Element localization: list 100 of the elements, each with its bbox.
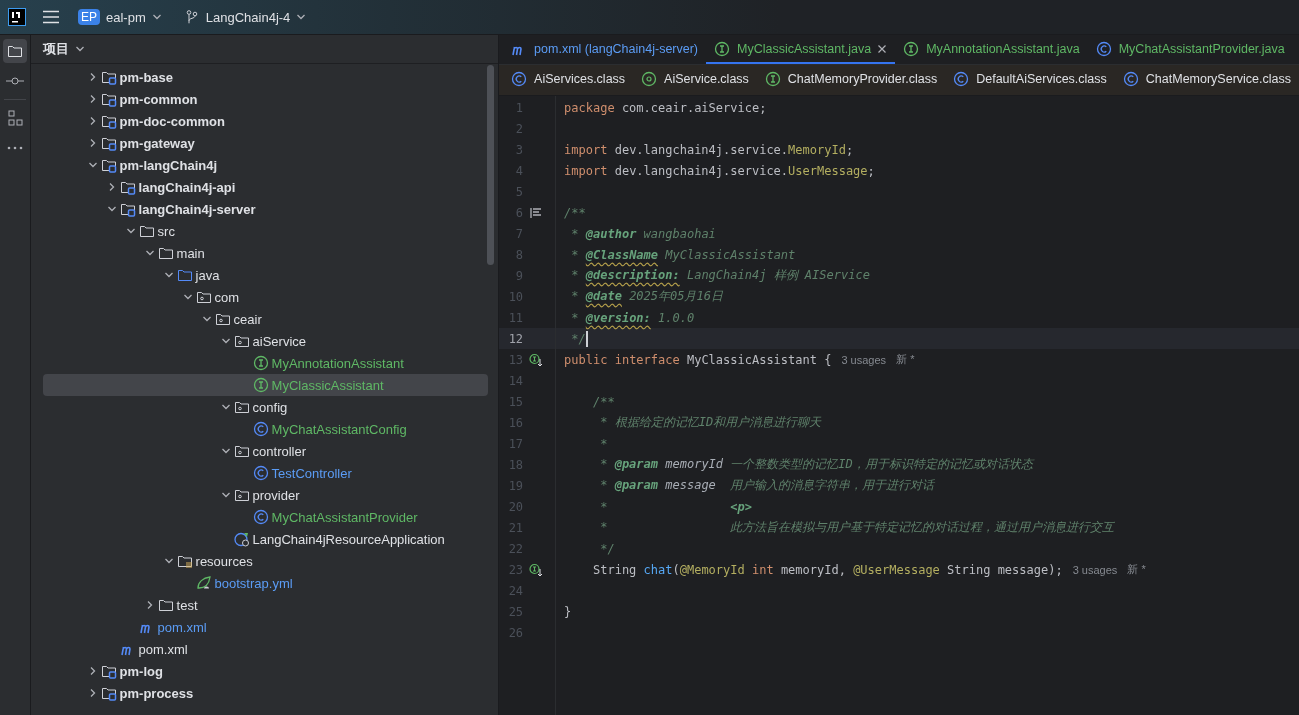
tree-item[interactable]: MyClassicAssistant	[42, 374, 489, 396]
code-line: * 此方法旨在模拟与用户基于特定记忆的对话过程，通过用户消息进行交互	[599, 519, 1115, 536]
package-folder-icon	[233, 487, 250, 503]
class-icon	[1122, 71, 1139, 87]
tree-item[interactable]: bootstrap.yml	[42, 572, 489, 594]
class-icon	[252, 509, 269, 525]
code-line: String chat(@MemoryId int memoryId, @UserMessage String message);	[592, 562, 1063, 577]
code-line: * @author wangbaohai	[570, 226, 716, 241]
tree-item[interactable]: pm-log	[42, 660, 489, 682]
tree-item[interactable]: MyChatAssistantConfig	[42, 418, 489, 440]
tree-item[interactable]: java	[42, 264, 489, 286]
source-folder-icon	[176, 267, 193, 283]
code-line: public interface MyClassicAssistant {	[564, 352, 832, 367]
tree-item[interactable]: langChain4j-api	[42, 176, 489, 198]
chevron-down-icon[interactable]	[182, 292, 193, 302]
tree-item[interactable]: MyAnnotationAssistant	[42, 352, 489, 374]
line-number: 12	[507, 331, 524, 346]
tree-item[interactable]: main	[42, 242, 489, 264]
menu-icon[interactable]	[42, 10, 60, 24]
folder-icon	[157, 597, 174, 613]
code-line: }	[564, 604, 572, 619]
tree-item[interactable]: TestController	[42, 462, 489, 484]
editor-tab[interactable]: AiService.class	[633, 65, 757, 95]
scrollbar[interactable]	[487, 65, 495, 265]
project-tool-button[interactable]	[2, 39, 27, 63]
tree-item[interactable]: test	[42, 594, 489, 616]
module-folder-icon	[119, 179, 136, 195]
inlay-hint[interactable]: 3 usages	[1072, 563, 1118, 576]
interface-icon	[714, 40, 731, 57]
tree-item[interactable]: src	[42, 220, 489, 242]
tree-item[interactable]: provider	[42, 484, 489, 506]
tree-item[interactable]: pom.xml	[42, 638, 489, 660]
code-line: */	[570, 331, 586, 346]
editor-tab[interactable]: ChatMemoryProvider.class	[756, 65, 946, 95]
project-selector[interactable]: EP eal-pm	[72, 5, 168, 29]
tree-item[interactable]: langChain4j-server	[42, 198, 489, 220]
chevron-down-icon[interactable]	[220, 446, 231, 456]
code-line: *	[599, 436, 608, 451]
chevron-down-icon[interactable]	[74, 44, 85, 54]
chevron-down-icon[interactable]	[201, 314, 212, 324]
resource-folder-icon	[176, 553, 193, 569]
project-badge: EP	[78, 9, 100, 25]
module-folder-icon	[100, 157, 117, 173]
chevron-down-icon[interactable]	[125, 226, 136, 236]
code-line: * @description: LangChain4j 样例 AIService	[570, 267, 870, 284]
tree-item[interactable]: config	[42, 396, 489, 418]
chevron-down-icon[interactable]	[220, 336, 231, 346]
implemented-icon[interactable]	[529, 562, 544, 577]
tree-item[interactable]: MyChatAssistantProvider	[42, 506, 489, 528]
tree-item[interactable]: pm-common	[42, 88, 489, 110]
interface-icon	[903, 40, 920, 57]
chevron-down-icon[interactable]	[220, 402, 231, 412]
class-icon	[953, 71, 970, 87]
code-line: package com.ceair.aiService;	[564, 100, 767, 115]
editor-tab[interactable]: MyAnnotationAssistant.java	[895, 35, 1088, 64]
tree-item[interactable]: pm-base	[42, 66, 489, 88]
package-folder-icon	[233, 399, 250, 415]
tree-item[interactable]: ceair	[42, 308, 489, 330]
editor-tab[interactable]: ChatMemoryService.class	[1114, 65, 1299, 95]
tree-item[interactable]: LangChain4jResourceApplication	[42, 528, 489, 550]
module-folder-icon	[100, 91, 117, 107]
module-folder-icon	[100, 113, 117, 129]
inlay-hint[interactable]: 新 *	[1127, 562, 1146, 577]
reader-mode-icon[interactable]	[529, 205, 544, 220]
code-line: /**	[592, 394, 615, 409]
code-line: * @param memoryId 一个整数类型的记忆ID，用于标识特定的记忆或对话状态	[599, 456, 1033, 473]
tree-item[interactable]: pm-gateway	[42, 132, 489, 154]
app-logo-icon[interactable]	[8, 8, 26, 26]
chevron-down-icon[interactable]	[144, 248, 155, 258]
branch-selector[interactable]: LangChain4j-4	[177, 5, 313, 29]
tree-item[interactable]: controller	[42, 440, 489, 462]
panel-title[interactable]: 项目	[42, 40, 69, 58]
code-line: */	[599, 541, 615, 556]
tree-item[interactable]: pm-doc-common	[42, 110, 489, 132]
tree-item[interactable]: resources	[42, 550, 489, 572]
chevron-down-icon[interactable]	[220, 490, 231, 500]
tree-item[interactable]: com	[42, 286, 489, 308]
tree-item[interactable]: pm-process	[42, 682, 489, 704]
implemented-icon[interactable]	[529, 352, 544, 367]
interface-icon	[764, 71, 781, 87]
chevron-down-icon[interactable]	[163, 556, 174, 566]
tree-item[interactable]: pm-langChain4j	[42, 154, 489, 176]
editor-tab[interactable]: DefaultAiServices.class	[945, 65, 1115, 95]
chevron-down-icon[interactable]	[87, 160, 98, 170]
package-folder-icon	[214, 311, 231, 327]
annotation-icon	[641, 71, 658, 87]
spring-app-class-icon	[233, 531, 250, 547]
package-folder-icon	[233, 333, 250, 349]
inlay-hint[interactable]: 3 usages	[841, 353, 887, 366]
close-icon[interactable]	[877, 43, 888, 54]
spring-leaf-icon	[195, 575, 212, 591]
tree-item[interactable]: aiService	[42, 330, 489, 352]
interface-icon	[252, 377, 269, 393]
chevron-down-icon[interactable]	[106, 204, 117, 214]
editor-tab[interactable]: MyChatAssistantProvider.java	[1087, 35, 1293, 64]
tree-item[interactable]: pom.xml	[42, 616, 489, 638]
editor-tab[interactable]: pom.xml (langChain4j-server)	[503, 35, 707, 64]
inlay-hint[interactable]: 新 *	[896, 352, 915, 367]
editor-tab[interactable]: AiServices.class	[503, 65, 634, 95]
chevron-down-icon[interactable]	[163, 270, 174, 280]
